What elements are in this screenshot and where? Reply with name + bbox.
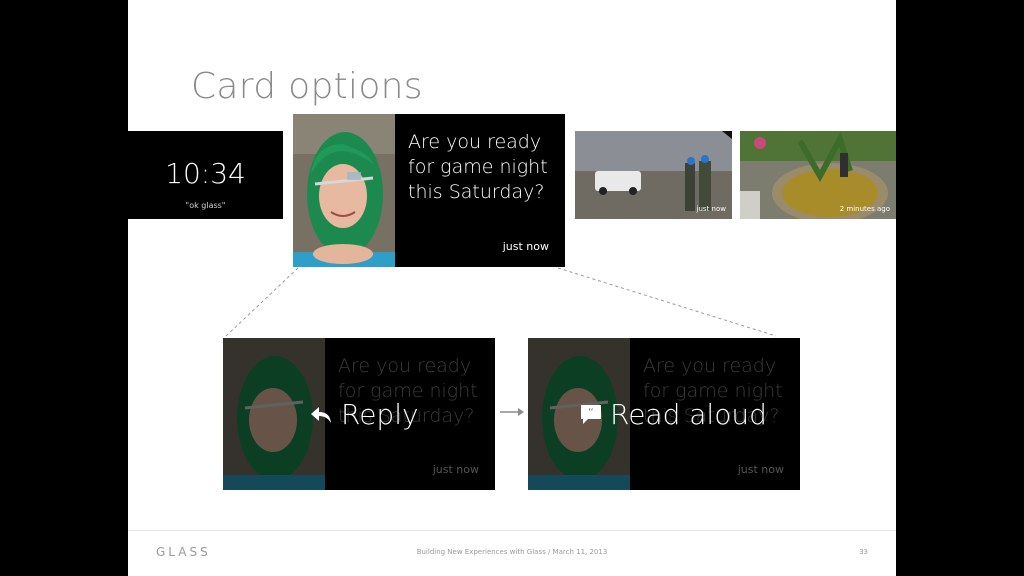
reply-option-card[interactable]: Are you ready for game night this Saturd…: [223, 338, 495, 490]
clock-card[interactable]: 10:34 "ok glass": [128, 131, 283, 219]
message-timestamp-dimmed: just now: [737, 463, 784, 476]
photo-card-street[interactable]: just now: [575, 131, 732, 219]
slide-title: Card options: [191, 66, 423, 107]
contact-photo: [293, 114, 395, 267]
arrow-right-icon: [500, 408, 524, 416]
photo-timestamp: just now: [696, 205, 726, 213]
slide: Card options 10:34 "ok glass" Are you re…: [128, 0, 896, 576]
voice-hint: "ok glass": [185, 201, 226, 210]
footer-caption: Building New Experiences with Glass / Ma…: [416, 548, 608, 556]
svg-text:“: “: [588, 406, 594, 419]
read-aloud-option-card[interactable]: Are you ready for game night this Saturd…: [528, 338, 800, 490]
message-text: Are you ready for game night this Saturd…: [408, 131, 548, 203]
clock-time: 10:34: [165, 157, 246, 190]
photo-card-garden[interactable]: 2 minutes ago: [740, 131, 896, 219]
message-timestamp: just now: [502, 240, 549, 253]
reply-icon: [311, 406, 331, 423]
page-number: 33: [859, 548, 868, 556]
speech-bubble-icon: “: [581, 404, 601, 424]
photo-timestamp: 2 minutes ago: [839, 205, 890, 213]
reply-label[interactable]: Reply: [309, 398, 419, 431]
reply-text: Reply: [341, 398, 419, 431]
read-aloud-label[interactable]: “ Read aloud: [578, 398, 767, 431]
read-aloud-text: Read aloud: [610, 398, 767, 431]
message-timestamp-dimmed: just now: [432, 463, 479, 476]
message-card[interactable]: Are you ready for game night this Saturd…: [293, 114, 565, 267]
footer-divider: [128, 530, 896, 531]
